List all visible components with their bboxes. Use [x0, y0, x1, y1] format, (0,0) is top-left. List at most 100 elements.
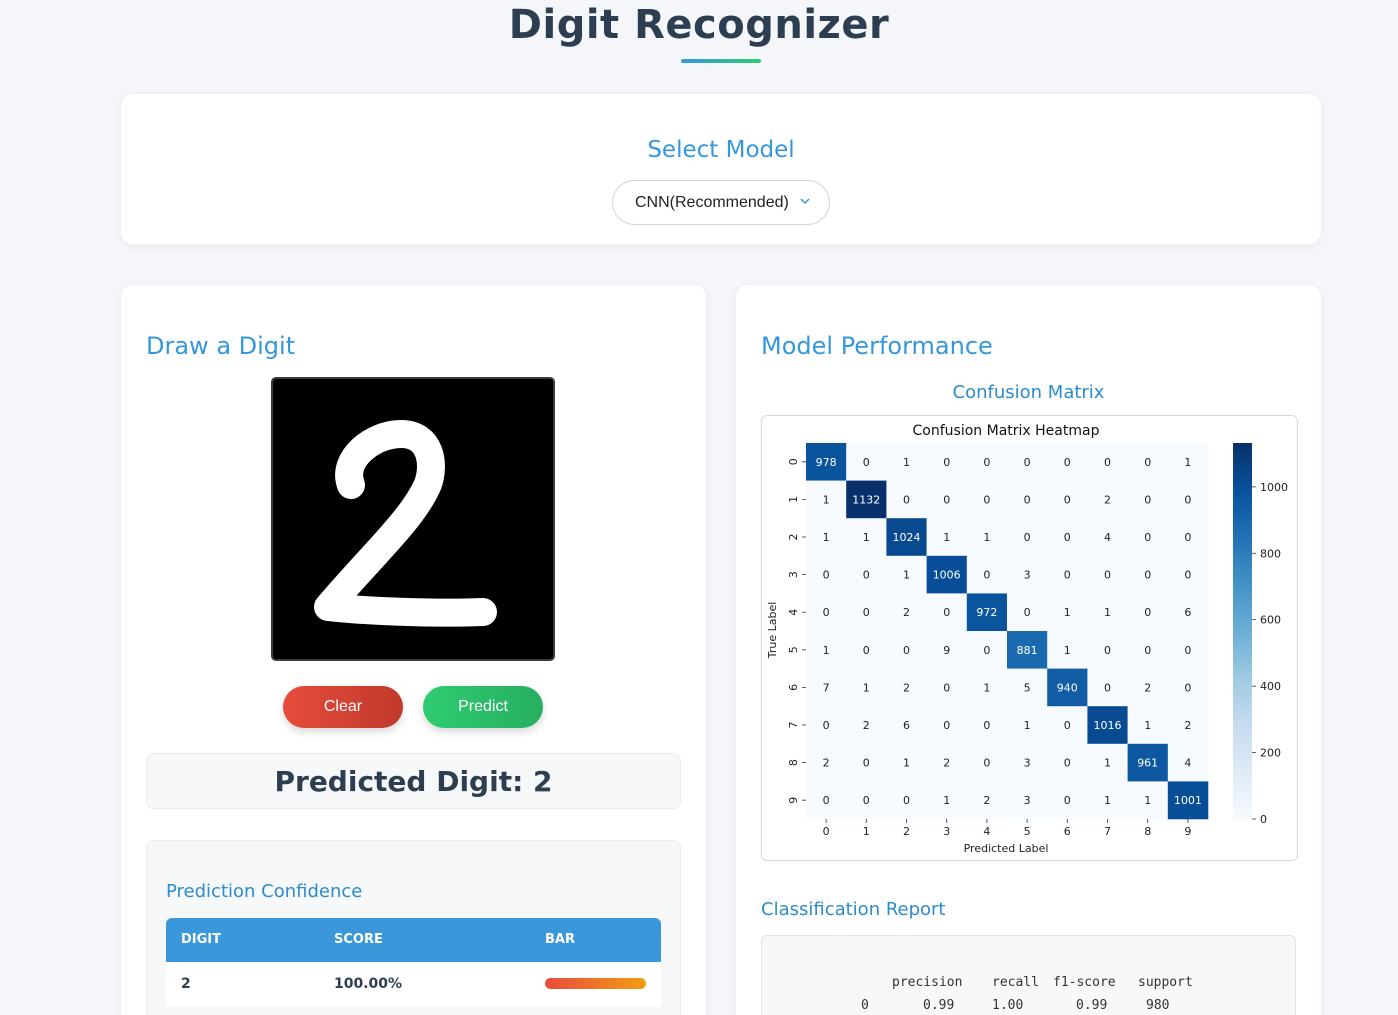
model-select-card: Select Model CNN(Recommended) — [121, 94, 1321, 244]
y-axis-tick-label: 3 — [787, 571, 800, 578]
clear-button[interactable]: Clear — [283, 686, 403, 728]
y-axis-tick-label: 4 — [787, 609, 800, 616]
heatmap-cell-label: 0 — [1064, 794, 1071, 807]
x-axis-tick-label: 1 — [863, 825, 870, 838]
heatmap-cell-label: 0 — [1064, 493, 1071, 506]
heatmap-cell-label: 0 — [983, 569, 990, 582]
drawn-digit-stroke — [314, 420, 497, 627]
heatmap-cell-label: 0 — [1064, 569, 1071, 582]
heatmap-cell-label: 0 — [1024, 606, 1031, 619]
heatmap-cell-label: 7 — [823, 681, 830, 694]
heatmap-cell-label: 0 — [1144, 456, 1151, 469]
heatmap-cell-label: 1 — [863, 681, 870, 694]
heatmap-cell-label: 0 — [1064, 456, 1071, 469]
heatmap-cell-label: 1 — [903, 456, 910, 469]
report-row-recall: 1.00 — [992, 998, 1024, 1013]
y-axis-tick-label: 6 — [787, 684, 800, 691]
heatmap-cell-label: 1 — [903, 569, 910, 582]
heatmap-cell-label: 0 — [1144, 644, 1151, 657]
heatmap-cell-label: 2 — [1144, 681, 1151, 694]
heatmap-cell-label: 1 — [903, 757, 910, 770]
colorbar-tick-label: 600 — [1260, 614, 1281, 627]
heatmap-cell-label: 6 — [1184, 606, 1191, 619]
heatmap-cell-label: 0 — [983, 493, 990, 506]
heatmap-cell-label: 0 — [1184, 681, 1191, 694]
heatmap-cell-label: 5 — [1024, 681, 1031, 694]
heatmap-cell-label: 2 — [1104, 493, 1111, 506]
heatmap-cell-label: 1 — [983, 531, 990, 544]
heatmap-cell-label: 0 — [863, 757, 870, 770]
y-axis-tick-label: 5 — [787, 646, 800, 653]
prediction-confidence-section: Prediction Confidence DIGIT SCORE BAR 2 … — [146, 840, 681, 1015]
heatmap-cell-label: 1 — [1184, 456, 1191, 469]
heatmap-cell-label: 0 — [863, 456, 870, 469]
heatmap-cell-label: 4 — [1184, 757, 1191, 770]
heatmap-cell-label: 1 — [1144, 719, 1151, 732]
performance-panel-heading: Model Performance — [761, 332, 993, 360]
x-axis-tick-label: 6 — [1064, 825, 1071, 838]
report-header-support: support — [1138, 975, 1193, 990]
heatmap-cell-label: 1024 — [893, 531, 921, 544]
heatmap-cell-label: 0 — [1104, 644, 1111, 657]
heatmap-cell-label: 0 — [1064, 719, 1071, 732]
predicted-digit-text: Predicted Digit: 2 — [274, 764, 553, 798]
heatmap-cell-label: 0 — [943, 606, 950, 619]
heatmap-cell-label: 0 — [863, 606, 870, 619]
confusion-matrix-heading: Confusion Matrix — [952, 382, 1105, 403]
heatmap-cell-label: 3 — [1024, 757, 1031, 770]
heatmap-cell-label: 0 — [1104, 456, 1111, 469]
y-axis-tick-label: 8 — [787, 759, 800, 766]
heatmap-cell-label: 0 — [983, 456, 990, 469]
performance-panel: Model Performance Confusion Matrix Confu… — [736, 285, 1321, 1015]
heatmap-cell-label: 1001 — [1174, 794, 1202, 807]
heatmap-cell-label: 0 — [1184, 569, 1191, 582]
heatmap-cell-label: 1 — [943, 794, 950, 807]
report-header-precision: precision — [892, 975, 963, 990]
heatmap-cell-label: 0 — [863, 794, 870, 807]
heatmap-cell-label: 1 — [1064, 606, 1071, 619]
heatmap-cell-label: 1016 — [1094, 719, 1122, 732]
heatmap-cell-label: 0 — [1104, 681, 1111, 694]
x-axis-tick-label: 8 — [1144, 825, 1151, 838]
heatmap-cell-label: 0 — [943, 719, 950, 732]
heatmap-cell-label: 0 — [1144, 493, 1151, 506]
draw-panel-heading: Draw a Digit — [146, 332, 296, 360]
heatmap-cell-label: 1 — [1104, 757, 1111, 770]
heatmap-cell-label: 0 — [823, 794, 830, 807]
title-underline — [681, 59, 761, 63]
heatmap-cell-label: 0 — [863, 644, 870, 657]
confusion-matrix-heatmap: Confusion Matrix Heatmap978 0 1 0 0 0 0 0 0 11 113… — [766, 423, 1288, 855]
heatmap-cell-label: 961 — [1137, 757, 1158, 770]
report-header-recall: recall — [992, 975, 1039, 990]
heatmap-cell-label: 3 — [1024, 569, 1031, 582]
heatmap-cell-label: 2 — [823, 757, 830, 770]
heatmap-cell-label: 2 — [863, 719, 870, 732]
heatmap-cell-label: 2 — [903, 606, 910, 619]
x-axis-tick-label: 7 — [1104, 825, 1111, 838]
predicted-digit-display: Predicted Digit: 2 — [146, 753, 681, 809]
x-axis-tick-label: 5 — [1024, 825, 1031, 838]
confidence-bar — [545, 978, 646, 989]
column-header-bar: BAR — [545, 932, 575, 947]
heatmap-cell-label: 1 — [1104, 794, 1111, 807]
confusion-matrix-figure: Confusion Matrix Heatmap 978 0 1 0 0 0 0 0 0 1 1 113… — [761, 415, 1298, 861]
heatmap-cell-label: 0 — [1184, 531, 1191, 544]
heatmap-cell-label: 0 — [1064, 531, 1071, 544]
heatmap-cell-label: 0 — [1144, 569, 1151, 582]
heatmap-cell-label: 0 — [943, 493, 950, 506]
heatmap-cell-label: 1 — [863, 531, 870, 544]
predict-button[interactable]: Predict — [423, 686, 543, 728]
heatmap-cell-label: 0 — [1184, 493, 1191, 506]
report-row-precision: 0.99 — [923, 998, 955, 1013]
colorbar-tick-label: 200 — [1260, 747, 1281, 760]
model-select-dropdown[interactable]: CNN(Recommended) — [612, 180, 830, 225]
colorbar — [1233, 443, 1252, 819]
drawing-canvas[interactable] — [271, 377, 555, 661]
heatmap-cell-label: 940 — [1057, 681, 1078, 694]
heatmap-cell-label: 1 — [1144, 794, 1151, 807]
report-row-support: 980 — [1146, 998, 1170, 1013]
model-select-value: CNN(Recommended) — [635, 193, 789, 211]
heatmap-cell-label: 972 — [976, 606, 997, 619]
classification-report: precision recall f1-score support 0 0.99… — [761, 935, 1296, 1015]
heatmap-cell-label: 3 — [1024, 794, 1031, 807]
